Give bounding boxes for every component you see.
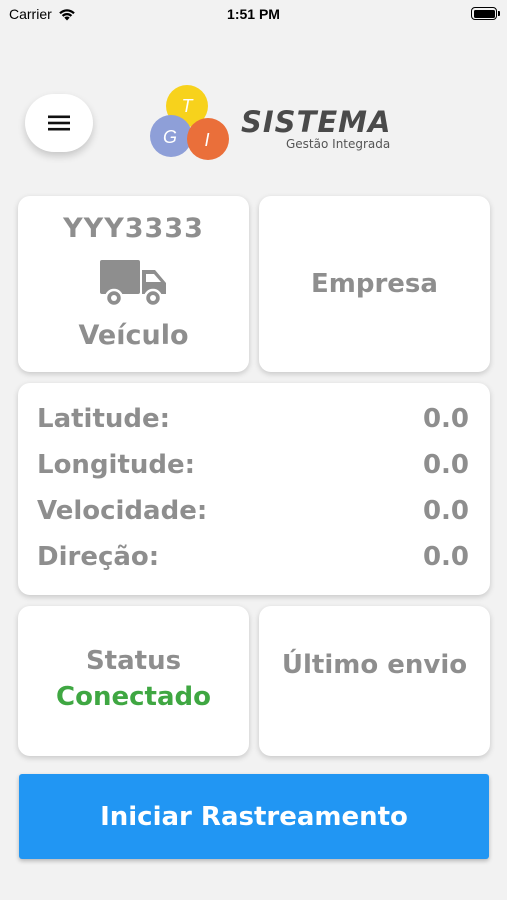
longitude-row: Longitude: 0.0 xyxy=(37,447,469,483)
vehicle-plate: YYY3333 xyxy=(63,213,204,244)
status-value: Conectado xyxy=(56,682,211,712)
logo-letter-g: G xyxy=(163,127,177,147)
status-card: Status Conectado xyxy=(18,606,249,756)
status-bar: Carrier 1:51 PM xyxy=(0,0,507,28)
direction-label: Direção: xyxy=(37,542,160,572)
latitude-value: 0.0 xyxy=(422,404,469,434)
start-tracking-button[interactable]: Iniciar Rastreamento xyxy=(19,774,489,859)
company-card[interactable]: Empresa xyxy=(259,196,490,372)
speed-row: Velocidade: 0.0 xyxy=(37,493,469,529)
hamburger-menu-icon xyxy=(48,115,70,131)
company-label: Empresa xyxy=(311,269,438,299)
speed-value: 0.0 xyxy=(422,496,469,526)
direction-row: Direção: 0.0 xyxy=(37,539,469,575)
truck-icon xyxy=(100,260,166,308)
menu-button[interactable] xyxy=(25,94,93,152)
longitude-label: Longitude: xyxy=(37,450,196,480)
longitude-value: 0.0 xyxy=(422,450,469,480)
app-logo: T G I SISTEMA Gestão Integrada xyxy=(150,85,391,160)
battery-icon xyxy=(471,7,500,20)
vehicle-label: Veículo xyxy=(78,320,189,351)
vehicle-card[interactable]: YYY3333 Veículo xyxy=(18,196,249,372)
latitude-row: Latitude: 0.0 xyxy=(37,401,469,437)
direction-value: 0.0 xyxy=(422,542,469,572)
status-title: Status xyxy=(85,646,182,676)
latitude-label: Latitude: xyxy=(37,404,171,434)
logo-subtitle: Gestão Integrada xyxy=(286,137,390,151)
logo-title: SISTEMA xyxy=(241,105,391,139)
clock: 1:51 PM xyxy=(227,6,280,22)
last-send-title: Último envio xyxy=(281,650,468,680)
logo-letter-i: I xyxy=(204,130,209,150)
speed-label: Velocidade: xyxy=(37,496,208,526)
last-send-card: Último envio xyxy=(259,606,490,756)
coordinates-card: Latitude: 0.0 Longitude: 0.0 Velocidade:… xyxy=(18,383,490,595)
app-screen: Carrier 1:51 PM T G I SISTEMA Gestão Int… xyxy=(0,0,507,900)
